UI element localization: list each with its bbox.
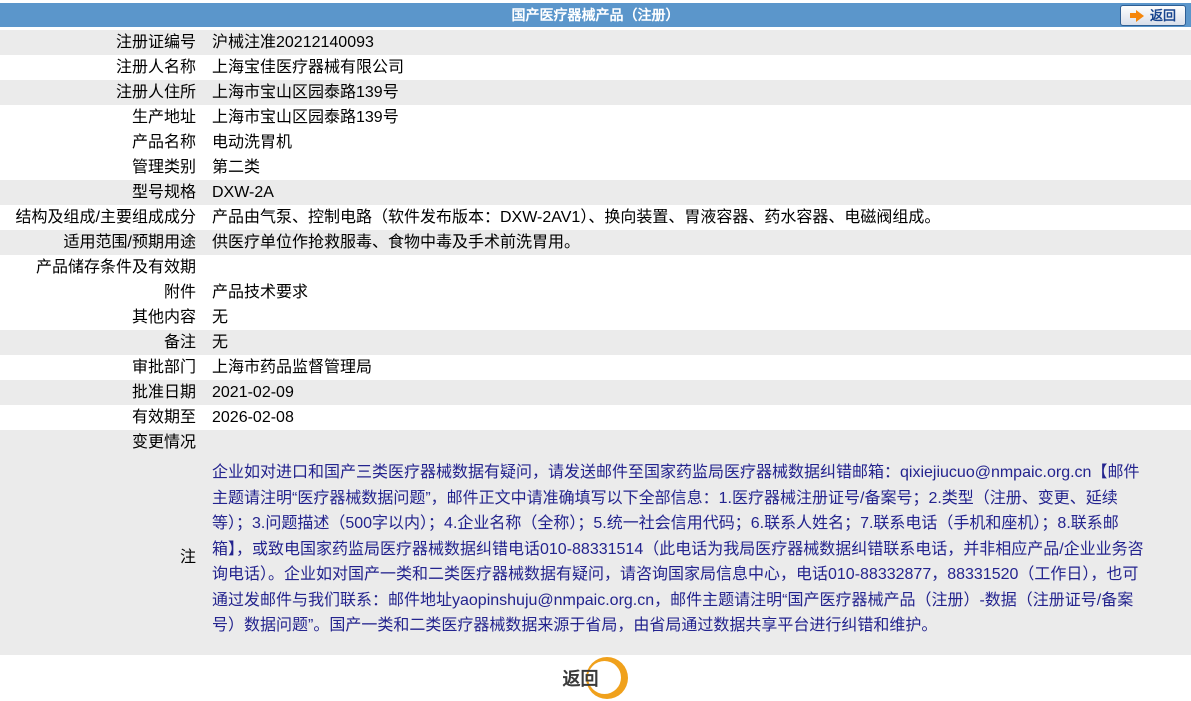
table-row: 注册人住所 上海市宝山区园泰路139号: [0, 80, 1191, 105]
row-label: 变更情况: [131, 434, 196, 451]
row-value: 产品技术要求: [212, 284, 309, 301]
row-label: 生产地址: [131, 109, 196, 126]
row-value: 产品由气泵、控制电路（软件发布版本：DXW-2AV1）、换向装置、胃液容器、药水…: [212, 209, 941, 226]
table-row: 变更情况: [0, 430, 1191, 455]
table-row: 型号规格 DXW-2A: [0, 180, 1191, 205]
table-row: 产品储存条件及有效期: [0, 255, 1191, 280]
table-row: 审批部门 上海市药品监督管理局: [0, 355, 1191, 380]
page-title: 国产医疗器械产品（注册）: [511, 7, 680, 23]
row-value: [205, 255, 1191, 280]
table-row: 其他内容无: [0, 305, 1191, 330]
table-row: 注册人名称 上海宝佳医疗器械有限公司: [0, 55, 1191, 80]
table-row: 结构及组成/主要组成成分 产品由气泵、控制电路（软件发布版本：DXW-2AV1）、…: [0, 205, 1191, 230]
table-row: 注册证编号 沪械注准20212140093: [0, 30, 1191, 55]
row-label: 有效期至: [131, 409, 196, 426]
right-arrow-icon: [1129, 9, 1144, 22]
row-value: 上海市宝山区园泰路139号: [212, 109, 399, 126]
row-label: 适用范围/预期用途: [63, 234, 196, 251]
table-row: 适用范围/预期用途 供医疗单位作抢救服毒、食物中毒及手术前洗胃用。: [0, 230, 1191, 255]
row-label: 其他内容: [131, 309, 196, 326]
row-label: 注册人名称: [115, 59, 196, 76]
row-value: DXW-2A: [212, 184, 274, 201]
row-value: 供医疗单位作抢救服毒、食物中毒及手术前洗胃用。: [212, 234, 581, 251]
table-row: 管理类别 第二类: [0, 155, 1191, 180]
note-row: 注 企业如对进口和国产三类医疗器械数据有疑问，请发送邮件至国家药监局医疗器械数据…: [0, 455, 1191, 655]
footer-back-label: 返回: [562, 669, 599, 689]
row-label: 产品储存条件及有效期: [35, 259, 196, 276]
row-value: 2021-02-09: [212, 384, 294, 401]
row-value: [205, 430, 1191, 455]
page: 国产医疗器械产品（注册） 返回 注册证编号 沪械注准20212140093 注册人名…: [0, 0, 1191, 701]
row-label: 注册人住所: [115, 84, 196, 101]
row-value: 上海市药品监督管理局: [212, 359, 373, 376]
row-value: 上海宝佳医疗器械有限公司: [212, 59, 405, 76]
footer: 返回: [0, 655, 1191, 701]
row-label: 管理类别: [131, 159, 196, 176]
footer-back-button[interactable]: 返回: [563, 657, 629, 699]
table-row: 生产地址 上海市宝山区园泰路139号: [0, 105, 1191, 130]
row-label: 结构及组成/主要组成成分: [15, 209, 196, 226]
row-label: 批准日期: [131, 384, 196, 401]
row-label: 审批部门: [131, 359, 196, 376]
row-value: 无: [212, 309, 229, 326]
title-bar: 国产医疗器械产品（注册） 返回: [0, 3, 1191, 27]
table-row: 有效期至 2026-02-08: [0, 405, 1191, 430]
row-value: 无: [212, 334, 229, 351]
row-value: 第二类: [212, 159, 261, 176]
back-button[interactable]: 返回: [1119, 5, 1186, 26]
table-row: 附件 产品技术要求: [0, 280, 1191, 305]
row-label: 产品名称: [131, 134, 196, 151]
note-text: 企业如对进口和国产三类医疗器械数据有疑问，请发送邮件至国家药监局医疗器械数据纠错…: [212, 464, 1144, 634]
row-value: 2026-02-08: [212, 409, 294, 426]
row-value: 上海市宝山区园泰路139号: [212, 84, 399, 101]
row-label: 附件: [163, 284, 196, 301]
row-value: 沪械注准20212140093: [212, 34, 374, 51]
table-row: 备注无: [0, 330, 1191, 355]
row-value: 电动洗胃机: [212, 134, 293, 151]
note-label: 注: [179, 549, 196, 566]
row-label: 型号规格: [131, 184, 196, 201]
registration-detail-table: 注册证编号 沪械注准20212140093 注册人名称 上海宝佳医疗器械有限公司 注册人…: [0, 30, 1191, 455]
table-row: 产品名称 电动洗胃机: [0, 130, 1191, 155]
back-button-label: 返回: [1149, 8, 1176, 23]
row-label: 注册证编号: [115, 34, 196, 51]
row-label: 备注: [163, 334, 196, 351]
table-row: 批准日期 2021-02-09: [0, 380, 1191, 405]
